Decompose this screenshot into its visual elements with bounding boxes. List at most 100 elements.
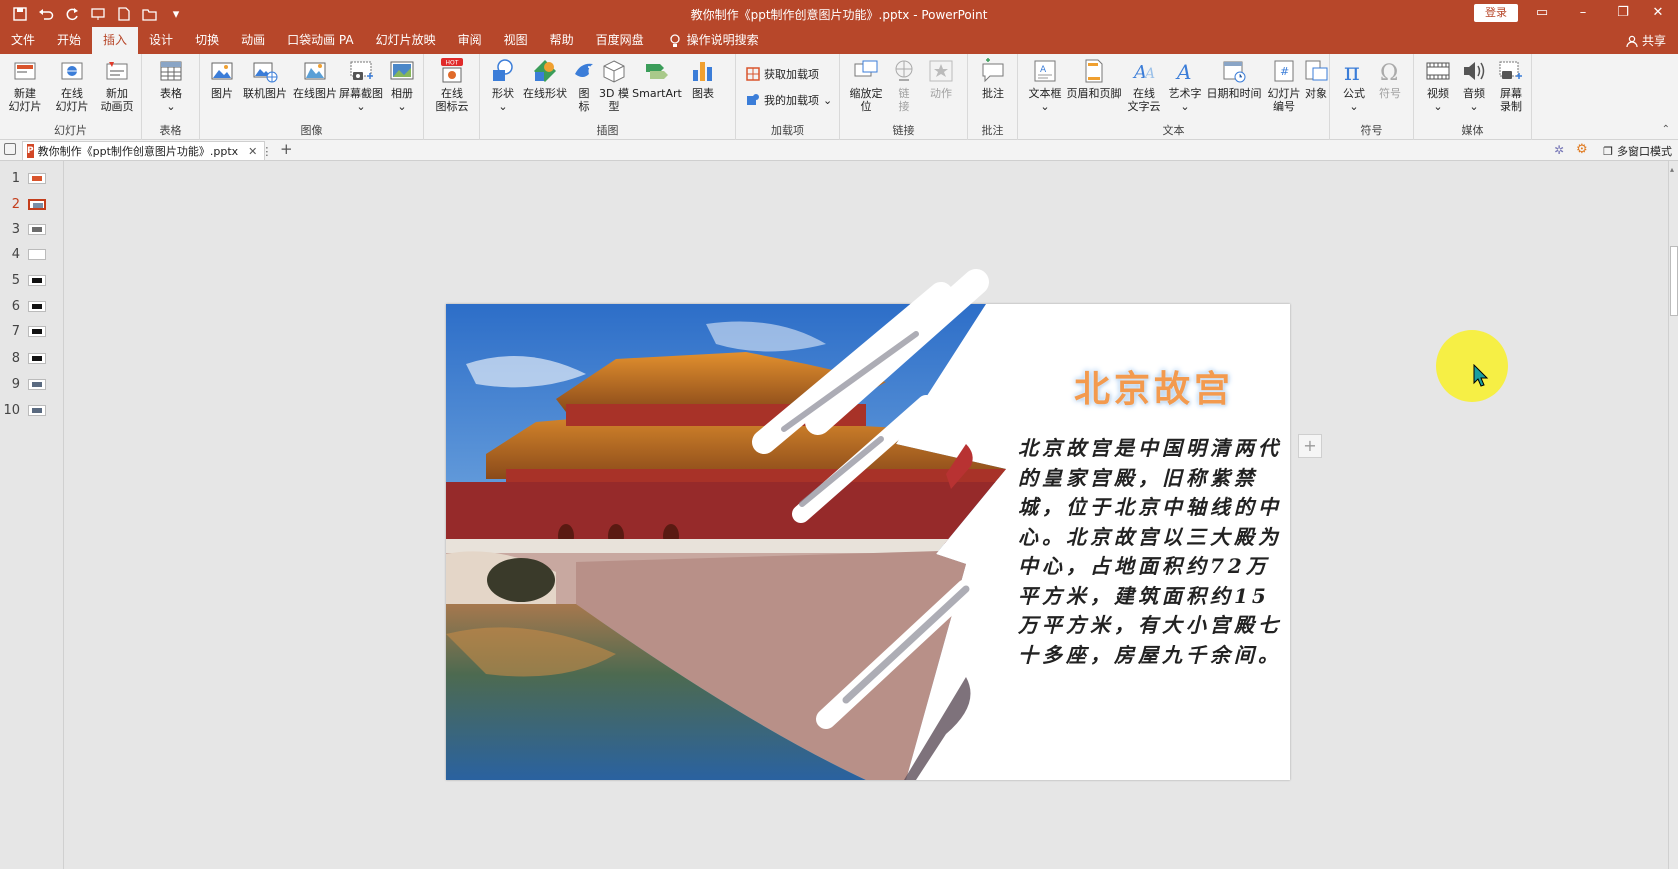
online-icon-cloud-button[interactable]: HOT 在线 图标云	[432, 58, 472, 113]
save-icon[interactable]	[8, 4, 32, 24]
slide[interactable]: 北京故宫 北京故宫是中国明清两代的皇家宫殿，旧称紫禁城，位于北京中轴线的中心。北…	[446, 269, 1290, 780]
video-button[interactable]: 视频 ⌄	[1422, 58, 1454, 113]
settings-gear-icon[interactable]: ⚙	[1576, 142, 1590, 157]
close-tab-icon[interactable]: ✕	[248, 145, 257, 158]
tab-transitions[interactable]: 切换	[184, 27, 230, 54]
ribbon-display-icon[interactable]: ▭	[1522, 0, 1562, 27]
new-slide-icon	[14, 62, 36, 80]
tab-review[interactable]: 审阅	[447, 27, 493, 54]
screenshot-icon	[350, 61, 373, 80]
tab-view[interactable]: 视图	[493, 27, 539, 54]
tell-me-search[interactable]: 操作说明搜索	[655, 27, 770, 54]
collapse-ribbon-icon[interactable]: ⌃	[1662, 124, 1670, 135]
redo-icon[interactable]	[60, 4, 84, 24]
tab-help[interactable]: 帮助	[539, 27, 585, 54]
screenshot-button[interactable]: 屏幕截图 ⌄	[338, 58, 384, 113]
new-tab-icon[interactable]: +	[280, 140, 293, 158]
slide-thumbnail[interactable]: 9	[0, 373, 64, 395]
3d-model-button[interactable]: 3D 模 型	[598, 58, 630, 113]
ribbon-tabs-bar: 文件 开始 插入 设计 切换 动画 口袋动画 PA 幻灯片放映 审阅 视图 帮助…	[0, 27, 1678, 54]
group-label-media: 媒体	[1461, 124, 1484, 137]
online-image-button[interactable]: 在线图片	[292, 58, 338, 100]
online-slide-button[interactable]: 在线 幻灯片	[52, 58, 92, 113]
smartart-button[interactable]: SmartArt	[632, 58, 682, 100]
wordart-button[interactable]: A 艺术字 ⌄	[1166, 58, 1204, 113]
tell-me-label: 操作说明搜索	[686, 33, 759, 47]
slide-title[interactable]: 北京故宫	[1054, 360, 1254, 412]
scrollbar-thumb[interactable]	[1670, 246, 1678, 316]
slide-thumbnail[interactable]: 2	[0, 193, 64, 215]
action-button[interactable]: 动作	[924, 58, 958, 100]
slide-thumbnail[interactable]: 3	[0, 218, 64, 240]
tab-pocket-animation[interactable]: 口袋动画 PA	[276, 27, 365, 54]
tab-design[interactable]: 设计	[138, 27, 184, 54]
slide-number-button[interactable]: # 幻灯片 编号	[1264, 58, 1304, 113]
group-tables: 表格 ⌄ 表格	[142, 54, 200, 140]
minimize-icon[interactable]: –	[1563, 0, 1603, 27]
slide-thumbnail[interactable]: 6	[0, 295, 64, 317]
new-slide-button[interactable]: 新建 幻灯片	[6, 58, 44, 113]
shapes-button[interactable]: 形状 ⌄	[488, 58, 518, 113]
tab-slideshow[interactable]: 幻灯片放映	[365, 27, 447, 54]
slide-number: 5	[11, 272, 20, 288]
slide-number: 10	[3, 402, 20, 418]
tab-baidu-netdisk[interactable]: 百度网盘	[585, 27, 655, 54]
open-folder-icon[interactable]	[138, 4, 162, 24]
album-button[interactable]: 相册 ⌄	[386, 58, 418, 113]
slide-thumbnail[interactable]: 5	[0, 269, 64, 291]
group-slides: 新建 幻灯片 在线 幻灯片 新加 动画页 幻灯片	[0, 54, 142, 140]
tab-list-icon[interactable]	[4, 143, 16, 155]
slide-thumbnail[interactable]: 8	[0, 347, 64, 369]
tab-animations[interactable]: 动画	[230, 27, 276, 54]
symbol-button[interactable]: Ω 符号	[1374, 58, 1406, 100]
online-word-cloud-button[interactable]: AA 在线 文字云	[1124, 58, 1164, 113]
header-footer-button[interactable]: 页眉和页脚	[1066, 58, 1122, 100]
object-button[interactable]: 对象	[1302, 58, 1330, 100]
group-illustrations: 形状 ⌄ 在线形状 图 标 3D 模 型 SmartArt 图表 插图	[480, 54, 736, 140]
zoom-button[interactable]: 缩放定 位	[846, 58, 886, 113]
slide-number: 9	[11, 376, 20, 392]
my-addins-button[interactable]: 我的加载项 ⌄	[746, 92, 832, 108]
share-button[interactable]: 共享	[1626, 32, 1666, 49]
equation-button[interactable]: π 公式 ⌄	[1338, 58, 1370, 113]
multi-window-mode-button[interactable]: ❐ 多窗口模式	[1603, 143, 1672, 159]
chart-button[interactable]: 图表	[686, 58, 720, 100]
tab-home[interactable]: 开始	[46, 27, 92, 54]
restore-icon[interactable]: ❐	[1603, 0, 1643, 27]
tab-menu-icon[interactable]: ⋮	[261, 145, 272, 158]
group-label-tables: 表格	[159, 124, 182, 137]
document-tab[interactable]: P 教你制作《ppt制作创意图片功能》.pptx ✕ ⋮	[22, 141, 272, 160]
tab-insert[interactable]: 插入	[92, 27, 139, 54]
customize-qat-icon[interactable]: ▾	[164, 4, 188, 24]
picture-button[interactable]: 图片	[208, 58, 236, 100]
tool-icon[interactable]: ✲	[1554, 143, 1568, 157]
textbox-button[interactable]: A 文本框 ⌄	[1026, 58, 1064, 113]
screen-recording-button[interactable]: 屏幕 录制	[1494, 58, 1528, 113]
new-animation-page-button[interactable]: 新加 动画页	[96, 58, 138, 113]
slide-body-text[interactable]: 北京故宫是中国明清两代的皇家宫殿，旧称紫禁城，位于北京中轴线的中心。北京故宫以三…	[1018, 434, 1284, 670]
slide-thumbnail[interactable]: 4	[0, 243, 64, 265]
add-element-button[interactable]: +	[1298, 434, 1322, 458]
group-label-slides: 幻灯片	[54, 124, 87, 137]
close-icon[interactable]: ✕	[1638, 0, 1678, 27]
slide-thumbnail[interactable]: 7	[0, 320, 64, 342]
audio-button[interactable]: 音频 ⌄	[1458, 58, 1490, 113]
tab-file[interactable]: 文件	[0, 27, 46, 54]
slide-thumbnail[interactable]: 1	[0, 167, 64, 189]
comment-button[interactable]: 批注	[976, 58, 1010, 100]
online-picture-button[interactable]: 联机图片	[242, 58, 288, 100]
undo-icon[interactable]	[34, 4, 58, 24]
get-addins-button[interactable]: 获取加载项	[746, 66, 819, 82]
presenter-icon[interactable]	[86, 4, 110, 24]
table-button[interactable]: 表格 ⌄	[152, 58, 190, 113]
link-button[interactable]: 链 接	[890, 58, 918, 113]
vertical-scrollbar[interactable]: ▴	[1668, 161, 1678, 869]
login-button[interactable]: 登录	[1474, 4, 1518, 22]
date-time-button[interactable]: 日期和时间	[1206, 58, 1262, 100]
svg-text:#: #	[1280, 65, 1289, 78]
online-shapes-button[interactable]: 在线形状	[522, 58, 568, 100]
scroll-up-icon[interactable]: ▴	[1670, 165, 1674, 174]
icons-button[interactable]: 图 标	[572, 58, 596, 113]
new-file-icon[interactable]	[112, 4, 136, 24]
slide-thumbnail[interactable]: 10	[0, 399, 64, 421]
